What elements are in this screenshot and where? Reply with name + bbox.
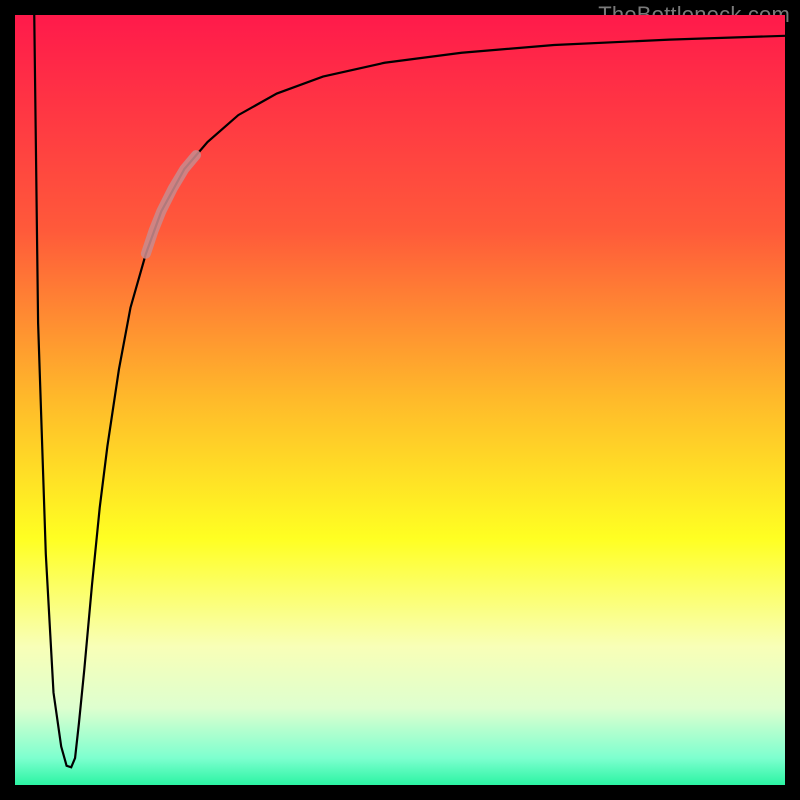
gradient-background: [15, 15, 785, 785]
chart-container: TheBottleneck.com: [0, 0, 800, 800]
chart-svg: [15, 15, 785, 785]
plot-area: [15, 15, 785, 785]
